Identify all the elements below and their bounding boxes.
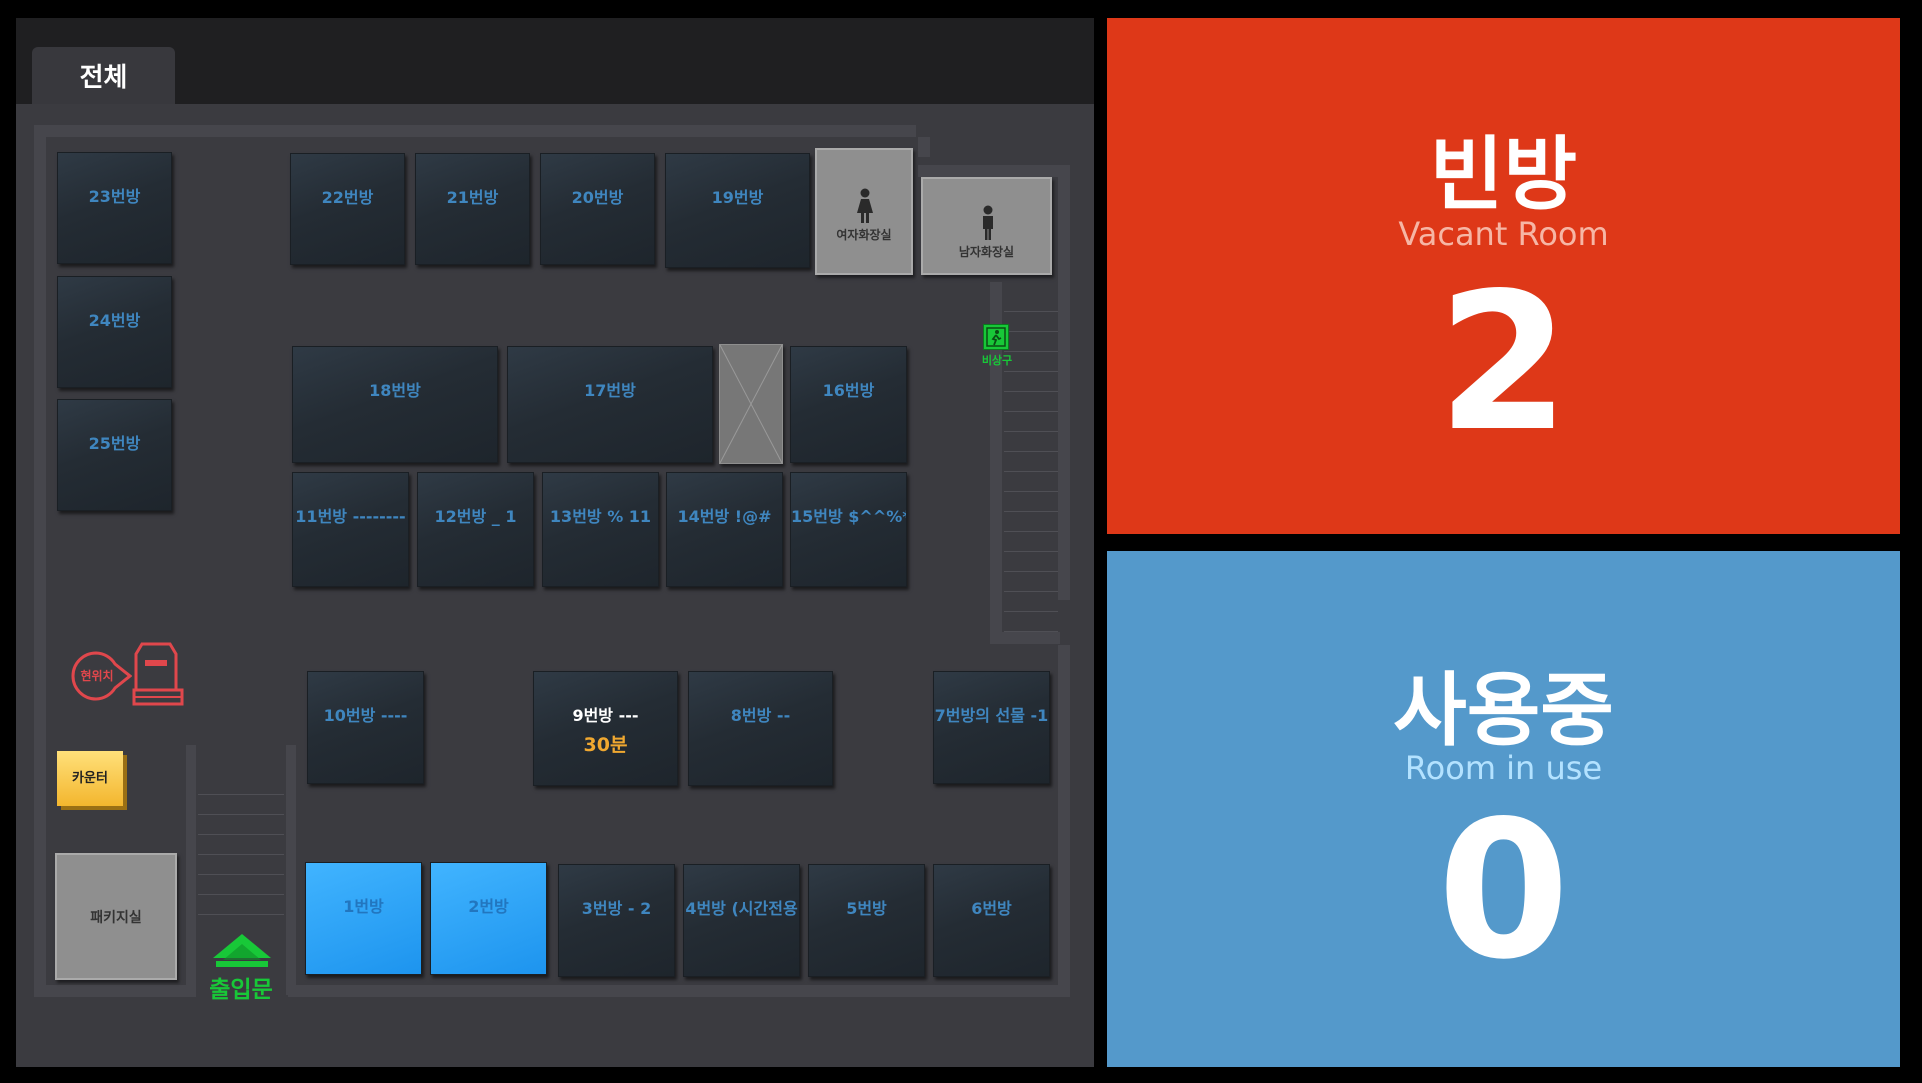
room-label: 18번방 bbox=[369, 381, 421, 400]
room-7[interactable]: 7번방의 선물 -1 bbox=[933, 671, 1050, 784]
men-restroom-label: 남자화장실 bbox=[958, 245, 1015, 259]
room-label: 16번방 bbox=[822, 381, 875, 400]
wall-entrance-left bbox=[186, 745, 196, 995]
in-use-count: 0 bbox=[1437, 780, 1570, 1001]
room-label: 19번방 bbox=[711, 188, 764, 207]
vacant-count: 2 bbox=[1437, 252, 1570, 473]
woman-icon bbox=[857, 188, 873, 223]
room-21[interactable]: 21번방 bbox=[415, 153, 530, 265]
room-11[interactable]: 11번방 -------- bbox=[292, 472, 409, 587]
room-label: 21번방 bbox=[446, 188, 499, 207]
room-label: 13번방 % 11 bbox=[549, 507, 652, 526]
wall-right-upper bbox=[1058, 165, 1070, 600]
room-6[interactable]: 6번방 bbox=[933, 864, 1050, 977]
room-label: 9번방 --- bbox=[572, 706, 639, 725]
wall-right-lower bbox=[1058, 645, 1070, 997]
room-3[interactable]: 3번방 - 2 bbox=[558, 864, 675, 977]
room-label: 6번방 bbox=[971, 899, 1012, 918]
room-25[interactable]: 25번방 bbox=[57, 399, 172, 511]
room-label: 1번방 bbox=[343, 897, 384, 916]
vacant-status-panel: 빈방 Vacant Room 2 bbox=[1107, 18, 1900, 534]
in-use-status-panel: 사용중 Room in use 0 bbox=[1107, 551, 1900, 1067]
wall-bottom-left bbox=[34, 985, 196, 997]
wall-notch bbox=[918, 137, 930, 157]
room-label: 2번방 bbox=[468, 897, 509, 916]
wall-top bbox=[34, 125, 916, 137]
room-label: 24번방 bbox=[88, 311, 141, 330]
room-label: 15번방 $^^%* bbox=[791, 507, 907, 526]
stairs-right bbox=[1004, 292, 1058, 632]
room-label: 22번방 bbox=[321, 188, 374, 207]
emergency-exit-label: 비상구 bbox=[981, 354, 1013, 367]
blocked-area bbox=[719, 344, 783, 464]
room-18[interactable]: 18번방 bbox=[292, 346, 498, 463]
room-12[interactable]: 12번방 _ 1 bbox=[417, 472, 534, 587]
room-9[interactable]: 9번방 --- 30분 bbox=[533, 671, 678, 786]
room-16[interactable]: 16번방 bbox=[790, 346, 907, 463]
women-restroom-label: 여자화장실 bbox=[836, 228, 892, 242]
wall-stair-bottom bbox=[990, 632, 1060, 644]
vacant-title: 빈방 bbox=[1429, 128, 1578, 221]
tab-bar bbox=[16, 18, 1094, 104]
current-location-marker: 현위치 bbox=[70, 650, 133, 702]
counter: 카운터 bbox=[57, 751, 123, 806]
room-label: 20번방 bbox=[571, 188, 624, 207]
room-4[interactable]: 4번방 (시간전용 bbox=[683, 864, 800, 977]
emergency-exit-icon bbox=[983, 324, 1009, 350]
room-14[interactable]: 14번방 !@# bbox=[666, 472, 783, 587]
wall-left bbox=[34, 125, 46, 997]
room-label: 11번방 -------- bbox=[295, 507, 406, 526]
wall-entrance-right bbox=[286, 745, 296, 995]
room-label: 12번방 _ 1 bbox=[434, 507, 517, 526]
room-15[interactable]: 15번방 $^^%* bbox=[790, 472, 907, 587]
room-23[interactable]: 23번방 bbox=[57, 152, 172, 264]
room-5[interactable]: 5번방 bbox=[808, 864, 925, 977]
room-1[interactable]: 1번방 bbox=[305, 862, 422, 975]
man-icon bbox=[983, 205, 993, 240]
men-restroom: 남자화장실 bbox=[921, 177, 1052, 275]
room-2[interactable]: 2번방 bbox=[430, 862, 547, 975]
vacant-subtitle: Vacant Room bbox=[1398, 215, 1609, 253]
room-22[interactable]: 22번방 bbox=[290, 153, 405, 265]
kiosk-icon bbox=[132, 642, 184, 706]
room-20[interactable]: 20번방 bbox=[540, 153, 655, 265]
stairs-entrance bbox=[198, 775, 284, 925]
room-label: 25번방 bbox=[88, 434, 141, 453]
room-label: 8번방 -- bbox=[730, 706, 791, 725]
room-label: 3번방 - 2 bbox=[581, 899, 652, 918]
tab-all[interactable]: 전체 bbox=[32, 47, 175, 104]
cross-icon bbox=[719, 344, 783, 464]
room-label: 5번방 bbox=[846, 899, 887, 918]
room-label: 10번방 ---- bbox=[323, 706, 408, 725]
room-13[interactable]: 13번방 % 11 bbox=[542, 472, 659, 587]
room-10[interactable]: 10번방 ---- bbox=[307, 671, 424, 784]
room-label: 7번방의 선물 -1 bbox=[934, 706, 1049, 725]
room-label: 14번방 !@# bbox=[677, 507, 772, 526]
wall-bottom-right bbox=[288, 985, 1070, 997]
wall-top-right bbox=[918, 165, 1060, 177]
package-room: 패키지실 bbox=[55, 853, 177, 980]
room-24[interactable]: 24번방 bbox=[57, 276, 172, 388]
women-restroom: 여자화장실 bbox=[815, 148, 913, 275]
room-label: 4번방 (시간전용 bbox=[685, 899, 798, 918]
room-19[interactable]: 19번방 bbox=[665, 153, 810, 268]
room-label: 17번방 bbox=[584, 381, 636, 400]
room-17[interactable]: 17번방 bbox=[507, 346, 713, 463]
entrance-arrow-icon bbox=[213, 934, 271, 967]
entrance-label: 출입문 bbox=[209, 977, 273, 1003]
in-use-title: 사용중 bbox=[1393, 664, 1614, 757]
current-location-label: 현위치 bbox=[80, 669, 114, 683]
room-8[interactable]: 8번방 -- bbox=[688, 671, 833, 786]
room-label: 23번방 bbox=[88, 187, 141, 206]
room-timer: 30분 bbox=[583, 734, 628, 756]
